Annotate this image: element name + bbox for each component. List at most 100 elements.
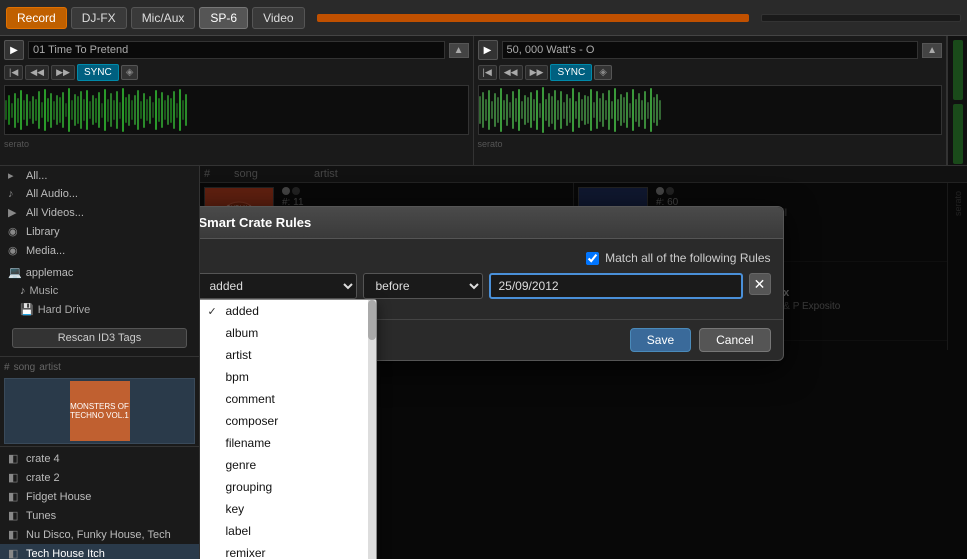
deck1-fwd-btn[interactable]: ▶▶: [51, 65, 75, 80]
record-button[interactable]: Record: [6, 7, 67, 29]
deck2-fwd-btn[interactable]: ▶▶: [525, 65, 549, 80]
music-folder-icon: ♪: [20, 285, 26, 297]
sidebar-item-all[interactable]: ▸ All...: [0, 166, 199, 185]
rule-remove-button[interactable]: ✕: [749, 273, 771, 295]
sidebar-item-media[interactable]: ◉ Media...: [0, 241, 199, 260]
save-button[interactable]: Save: [630, 328, 691, 352]
vu-meter-2: [953, 104, 963, 164]
sidebar-label-tunes: Tunes: [26, 510, 56, 522]
sidebar-item-fidget[interactable]: ◧ Fidget House: [0, 487, 199, 506]
media-icon: ◉: [8, 244, 22, 257]
deck2-play-button[interactable]: ▶: [478, 40, 498, 60]
sidebar-item-music[interactable]: ♪ Music: [8, 282, 191, 300]
deck-1: ▶ 01 Time To Pretend ▲ |◀ ◀◀ ▶▶ SYNC ◈: [0, 36, 474, 165]
sidebar-label-video: All Videos...: [26, 207, 84, 219]
deck-2: ▶ 50, 000 Watt's - O ▲ |◀ ◀◀ ▶▶ SYNC ◈: [474, 36, 948, 165]
rule-row-1: added ✓ added: [200, 273, 771, 299]
sidebar-sep-2: [0, 446, 199, 447]
sp6-button[interactable]: SP-6: [199, 7, 248, 29]
deck1-back-btn[interactable]: |◀: [4, 65, 23, 80]
crate4-icon: ◧: [8, 452, 22, 465]
deck2-waveform: [478, 85, 943, 135]
sidebar-item-nudisco[interactable]: ◧ Nu Disco, Funky House, Tech: [0, 525, 199, 544]
tunes-icon: ◧: [8, 509, 22, 522]
field-selector-container: added ✓ added: [200, 273, 357, 299]
condition-selector[interactable]: before: [363, 273, 483, 299]
sidebar-item-library[interactable]: ◉ Library: [0, 222, 199, 241]
modal-body: Match all of the following Rules added: [200, 239, 783, 319]
sidebar-item-techhouse[interactable]: ◧ Tech House Itch: [0, 544, 199, 559]
dropdown-item-label[interactable]: label: [200, 520, 376, 542]
deck1-brand: serato: [4, 139, 29, 149]
deck2-track-title: 50, 000 Watt's - O: [502, 41, 919, 59]
match-all-row: Match all of the following Rules: [200, 251, 771, 265]
deck1-cue-btn[interactable]: ◀◀: [25, 65, 49, 80]
sidebar-item-crate4[interactable]: ◧ crate 4: [0, 449, 199, 468]
sidebar-label-fidget: Fidget House: [26, 491, 91, 503]
deck2-cue-btn[interactable]: ◀◀: [499, 65, 523, 80]
field-selector[interactable]: added: [200, 273, 357, 299]
sidebar-item-audio[interactable]: ♪ All Audio...: [0, 185, 199, 203]
crate2-icon: ◧: [8, 471, 22, 484]
harddrive-label: Hard Drive: [38, 304, 91, 316]
dropdown-item-bpm[interactable]: bpm: [200, 366, 376, 388]
applemac-group: 💻 applemac ♪ Music 💾 Hard Drive: [0, 260, 199, 322]
top-toolbar: Record DJ-FX Mic/Aux SP-6 Video: [0, 0, 967, 36]
dropdown-item-artist[interactable]: artist: [200, 344, 376, 366]
deck1-waveform: [4, 85, 469, 135]
deck1-sync-button[interactable]: SYNC: [77, 64, 119, 81]
sidebar-item-harddrive[interactable]: 💾 Hard Drive: [8, 300, 191, 319]
sidebar-label-crate4: crate 4: [26, 453, 60, 465]
deck-area: ▶ 01 Time To Pretend ▲ |◀ ◀◀ ▶▶ SYNC ◈: [0, 36, 967, 166]
dropdown-item-filename[interactable]: filename: [200, 432, 376, 454]
dropdown-item-added[interactable]: ✓ added: [200, 300, 376, 322]
sidebar-label-audio: All Audio...: [26, 188, 78, 200]
deck2-sync-button[interactable]: SYNC: [550, 64, 592, 81]
sidebar-label-techhouse: Tech House Itch: [26, 548, 105, 559]
sidebar-item-video[interactable]: ▶ All Videos...: [0, 203, 199, 222]
sidebar-item-crate2[interactable]: ◧ crate 2: [0, 468, 199, 487]
dropdown-scrollbar[interactable]: [368, 300, 376, 559]
deck1-expand[interactable]: ▲: [449, 43, 469, 58]
djfx-button[interactable]: DJ-FX: [71, 7, 127, 29]
deck1-play-button[interactable]: ▶: [4, 40, 24, 60]
video-button[interactable]: Video: [252, 7, 304, 29]
sidebar: ▸ All... ♪ All Audio... ▶ All Videos... …: [0, 166, 200, 559]
modal-title: Smart Crate Rules: [200, 215, 311, 230]
deck2-vinyl: ◈: [594, 65, 612, 80]
mac-icon: 💻: [8, 266, 22, 279]
deck1-track-title: 01 Time To Pretend: [28, 41, 445, 59]
dropdown-item-grouping[interactable]: grouping: [200, 476, 376, 498]
micaux-button[interactable]: Mic/Aux: [131, 7, 196, 29]
match-all-checkbox[interactable]: [586, 252, 599, 265]
cancel-button[interactable]: Cancel: [699, 328, 770, 352]
fidget-icon: ◧: [8, 490, 22, 503]
dropdown-item-remixer[interactable]: remixer: [200, 542, 376, 559]
rescan-btn[interactable]: Rescan ID3 Tags: [12, 328, 187, 348]
deck-right-strip: [947, 36, 967, 165]
sidebar-item-tunes[interactable]: ◧ Tunes: [0, 506, 199, 525]
sidebar-label-nudisco: Nu Disco, Funky House, Tech: [26, 529, 171, 541]
modal-overlay: Smart Crate Rules Match all of the follo…: [200, 166, 967, 559]
dropdown-item-album[interactable]: album: [200, 322, 376, 344]
modal-header: Smart Crate Rules: [200, 207, 783, 239]
field-dropdown-list: ✓ added album artist: [200, 299, 377, 559]
deck2-expand[interactable]: ▲: [922, 43, 942, 58]
dropdown-item-genre[interactable]: genre: [200, 454, 376, 476]
harddrive-icon: 💾: [20, 303, 34, 316]
crate-thumb-area: MONSTERS OF TECHNO VOL.1: [4, 378, 195, 444]
audio-icon: ♪: [8, 188, 22, 200]
crate-album-art: MONSTERS OF TECHNO VOL.1: [70, 381, 130, 441]
deck2-back-btn[interactable]: |◀: [478, 65, 497, 80]
main-area: ▸ All... ♪ All Audio... ▶ All Videos... …: [0, 166, 967, 559]
vu-meter-1: [953, 40, 963, 100]
smart-crate-modal: Smart Crate Rules Match all of the follo…: [200, 206, 784, 361]
content-panel: # song artist BURNIN': [200, 166, 967, 559]
dropdown-item-composer[interactable]: composer: [200, 410, 376, 432]
dropdown-item-comment[interactable]: comment: [200, 388, 376, 410]
check-icon: ✓: [208, 305, 220, 318]
rule-value-input[interactable]: [489, 273, 743, 299]
music-label: Music: [30, 285, 59, 297]
dropdown-item-key[interactable]: key: [200, 498, 376, 520]
video-icon: ▶: [8, 206, 22, 219]
